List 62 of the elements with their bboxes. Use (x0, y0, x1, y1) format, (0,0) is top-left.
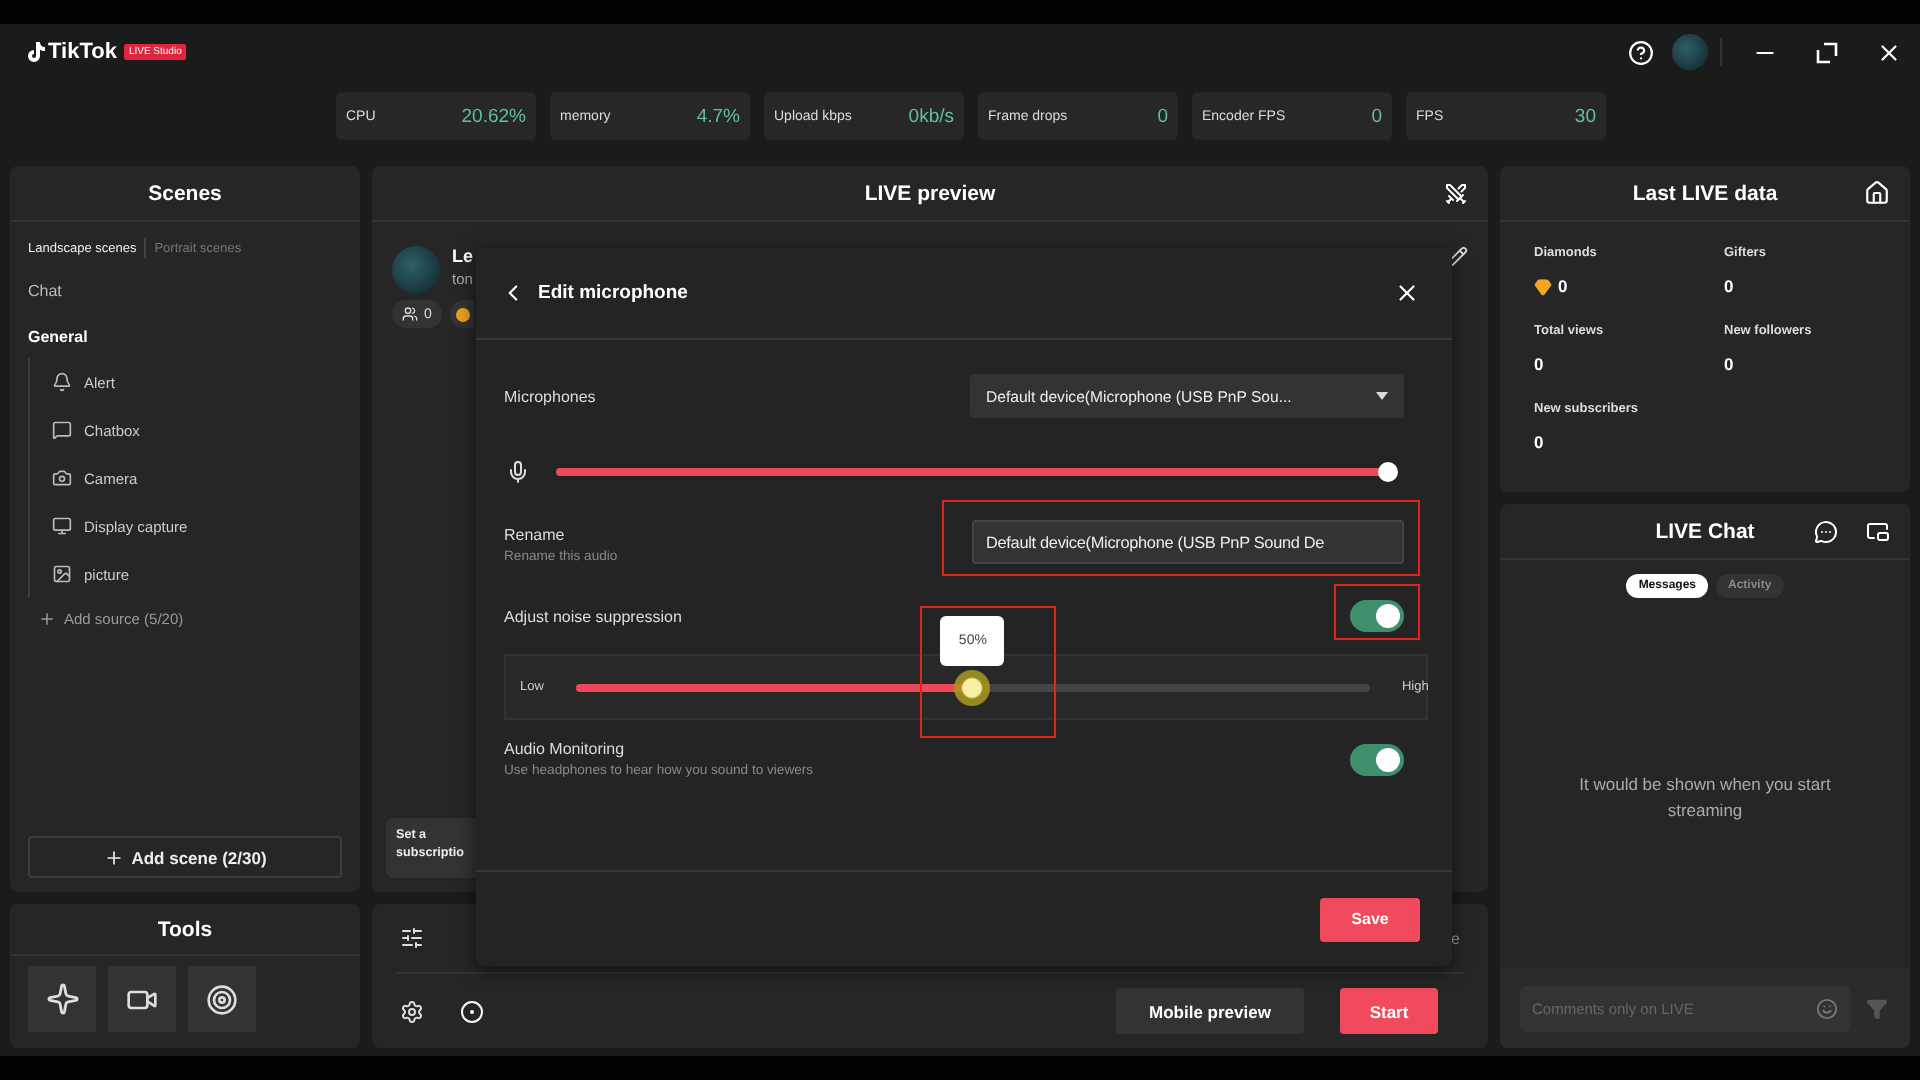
settings-icon[interactable] (400, 999, 424, 1023)
mobile-preview-button[interactable]: Mobile preview (1116, 988, 1304, 1034)
coin-badge (449, 300, 474, 328)
stat-value: 30 (1574, 105, 1596, 127)
music-note-icon (28, 42, 46, 62)
metric-value: 0 (1534, 354, 1546, 374)
panel-title: Last LIVE data (1632, 181, 1778, 205)
panel-title: LIVE preview (864, 181, 996, 205)
host-avatar (392, 246, 440, 294)
close-icon[interactable] (1394, 280, 1420, 306)
crossed-tools-icon[interactable] (1444, 181, 1468, 205)
partial-label: e (1451, 929, 1460, 947)
app-logo: TikTok (28, 40, 117, 64)
sparkle-icon[interactable] (28, 966, 96, 1032)
scene-item[interactable]: General (10, 328, 360, 346)
panel-title: LIVE Chat (1655, 519, 1755, 543)
monitor-icon (52, 516, 72, 536)
stat-value: 20.62% (461, 105, 526, 127)
slider-thumb[interactable] (1378, 462, 1398, 482)
edit-icon[interactable] (1446, 246, 1468, 268)
popout-icon[interactable] (1866, 519, 1890, 543)
people-icon (402, 306, 418, 322)
video-camera-icon[interactable] (108, 966, 176, 1032)
target-icon[interactable] (188, 966, 256, 1032)
record-icon[interactable] (460, 999, 484, 1023)
rename-field[interactable]: Default device(Microphone (USB PnP Sound De (972, 520, 1404, 564)
metric-value: 0 (1724, 276, 1736, 296)
add-scene-button[interactable]: Add scene (2/30) (28, 836, 342, 878)
stat-value: 4.7% (696, 105, 740, 127)
scene-item[interactable]: Chat (10, 282, 360, 300)
home-icon[interactable] (1864, 180, 1890, 206)
field-label: Adjust noise suppression (504, 607, 682, 625)
field-label: Rename (504, 526, 567, 544)
stat-value: 0kb/s (908, 105, 954, 127)
empty-chat-message: It would be shown when you start streaming (1577, 772, 1833, 825)
metric-value: 0 (1724, 354, 1736, 374)
camera-icon (52, 468, 72, 488)
chat-settings-icon[interactable] (1814, 519, 1838, 543)
start-button[interactable]: Start (1340, 988, 1438, 1034)
stat-value: 0 (1157, 105, 1168, 127)
sliders-icon[interactable] (400, 926, 424, 950)
image-icon (52, 564, 72, 584)
panel-title: Scenes (148, 181, 222, 205)
monitoring-toggle[interactable] (1350, 743, 1404, 775)
noise-toggle[interactable] (1350, 600, 1404, 632)
plus-icon (38, 610, 56, 628)
field-label: Audio Monitoring (504, 740, 627, 758)
plus-icon (103, 847, 124, 867)
dialog-title: Edit microphone (538, 282, 690, 304)
diamond-icon (1534, 277, 1552, 295)
host-name: Le (452, 246, 474, 266)
caret-icon (1376, 392, 1388, 400)
emoji-icon[interactable] (1816, 997, 1838, 1019)
microphone-icon (506, 460, 530, 484)
metric-value: 0 (1534, 432, 1546, 452)
stat-value: 0 (1371, 105, 1382, 127)
bell-icon (52, 372, 72, 392)
field-label: Microphones (504, 387, 596, 405)
panel-title: Tools (157, 917, 213, 941)
metric-value: 0 (1534, 276, 1724, 296)
chat-icon (52, 420, 72, 440)
save-button[interactable]: Save (1320, 897, 1420, 941)
